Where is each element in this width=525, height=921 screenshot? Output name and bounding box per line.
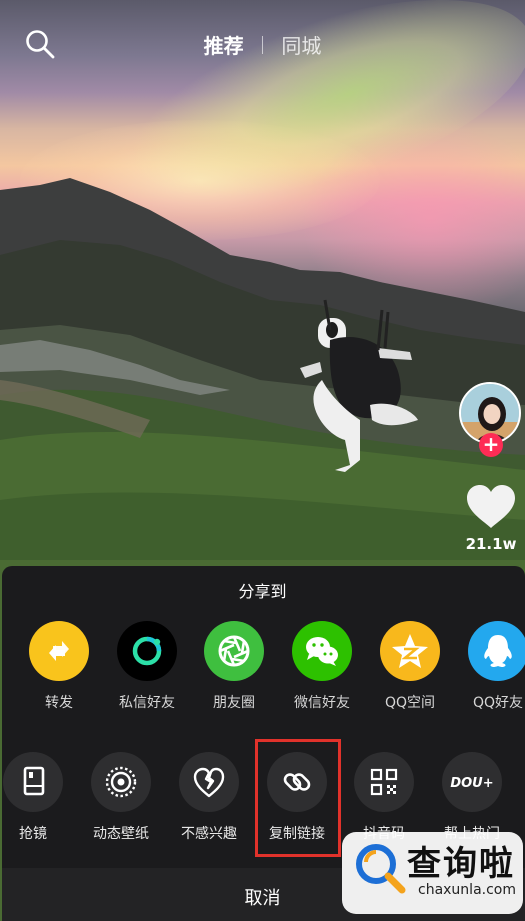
share-repost[interactable]: 转发 [14, 621, 104, 712]
repost-icon [29, 621, 89, 681]
share-qzone[interactable]: QQ空间 [365, 621, 455, 712]
live-wallpaper-icon [91, 752, 151, 812]
watermark-title: 查询啦 [407, 844, 515, 884]
share-qq-label: QQ好友 [472, 695, 524, 711]
share-wechat[interactable]: 微信好友 [277, 621, 367, 712]
share-message-friend[interactable]: 私信好友 [102, 621, 192, 712]
action-duet-label: 抢镜 [19, 826, 47, 842]
action-not-interested-label: 不感兴趣 [181, 826, 237, 842]
qzone-icon [380, 621, 440, 681]
share-message-friend-label: 私信好友 [119, 695, 175, 711]
tab-recommend[interactable]: 推荐 [204, 30, 244, 59]
wechat-icon [292, 621, 352, 681]
action-not-interested[interactable]: 不感兴趣 [164, 752, 254, 843]
watermark-url: chaxunla.com [418, 882, 516, 898]
feed-tabs: 推荐 同城 [0, 30, 525, 59]
message-friend-icon [117, 621, 177, 681]
action-live-wallpaper-label: 动态壁纸 [93, 826, 149, 842]
action-duet[interactable]: 抢镜 [0, 752, 78, 843]
heart-icon[interactable] [465, 484, 517, 530]
follow-button[interactable]: + [479, 433, 503, 457]
action-dou-plus[interactable]: DOU+ 帮上热门 [427, 752, 517, 843]
magnifier-logo-icon [356, 844, 406, 894]
action-qr-code[interactable]: 抖音码 [339, 752, 429, 843]
share-repost-label: 转发 [45, 695, 73, 711]
dou-plus-icon: DOU+ [442, 752, 502, 812]
moments-icon [204, 621, 264, 681]
tab-local[interactable]: 同城 [281, 30, 321, 59]
share-wechat-label: 微信好友 [294, 695, 350, 711]
share-moments[interactable]: 朋友圈 [189, 621, 279, 712]
broken-heart-icon [179, 752, 239, 812]
duet-icon [3, 752, 63, 812]
share-qq[interactable]: QQ好友 [453, 621, 525, 712]
share-moments-label: 朋友圈 [213, 695, 255, 711]
top-nav: 推荐 同城 [0, 0, 525, 90]
share-qzone-label: QQ空间 [384, 695, 436, 711]
tab-divider [262, 35, 263, 54]
share-sheet-title: 分享到 [238, 582, 287, 601]
action-live-wallpaper[interactable]: 动态壁纸 [76, 752, 166, 843]
qq-icon [468, 621, 525, 681]
qr-code-icon [354, 752, 414, 812]
like-count: 21.1w [465, 535, 517, 553]
copy-link-highlight-box [255, 739, 341, 857]
dou-plus-text: DOU+ [450, 776, 493, 791]
